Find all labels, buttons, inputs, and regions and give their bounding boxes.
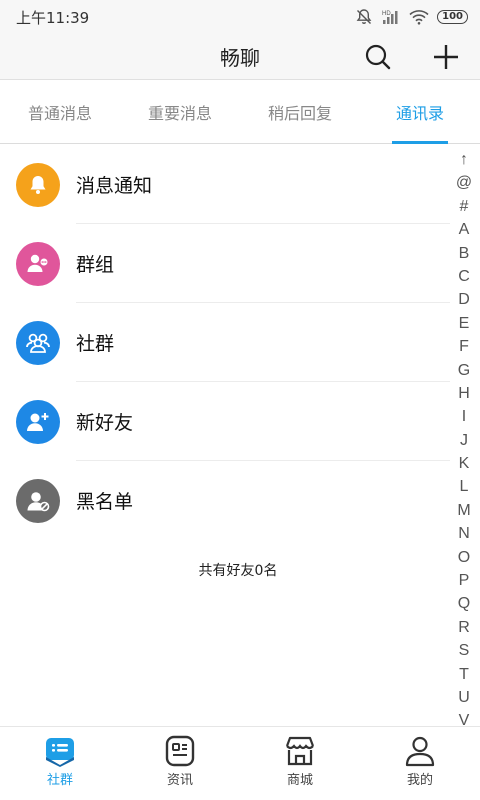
bell-icon (16, 162, 60, 207)
list-item-blacklist[interactable]: 黑名单 (0, 461, 450, 540)
index-letter[interactable]: M (457, 499, 470, 522)
mute-notification-icon (355, 8, 373, 26)
index-letter[interactable]: ↑ (460, 148, 468, 171)
index-letter[interactable]: # (460, 195, 469, 218)
store-icon (285, 736, 315, 766)
index-letter[interactable]: N (458, 522, 470, 545)
index-letter[interactable]: I (462, 405, 466, 428)
list-item-label: 黑名单 (76, 491, 134, 513)
tab-normal-messages[interactable]: 普通消息 (0, 81, 120, 143)
add-button[interactable] (428, 39, 464, 75)
cellular-signal-icon: HD (381, 8, 401, 26)
list-item-label: 新好友 (76, 412, 134, 434)
tab-reply-later[interactable]: 稍后回复 (240, 81, 360, 143)
list-item-new-friends[interactable]: 新好友 (0, 382, 450, 461)
page-title: 畅聊 (220, 46, 260, 70)
search-button[interactable] (360, 39, 396, 75)
index-letter[interactable]: G (458, 359, 470, 382)
nav-community[interactable]: 社群 (0, 727, 120, 800)
user-icon (405, 736, 435, 767)
index-letter[interactable]: L (460, 475, 469, 498)
index-letter[interactable]: P (459, 569, 470, 592)
nav-me[interactable]: 我的 (360, 727, 480, 800)
nav-label: 商城 (286, 773, 313, 788)
status-time: 上午11:39 (16, 8, 90, 27)
tab-contacts[interactable]: 通讯录 (360, 81, 480, 144)
index-letter[interactable]: K (459, 452, 470, 475)
list-item-groups[interactable]: 群组 (0, 224, 450, 303)
status-icons: HD 100 (355, 8, 468, 26)
nav-mall[interactable]: 商城 (240, 727, 360, 800)
svg-text:HD: HD (382, 11, 391, 17)
title-bar: 畅聊 (0, 34, 480, 80)
index-letter[interactable]: @ (456, 171, 472, 194)
community-icon (16, 320, 60, 365)
message-tabs: 普通消息 重要消息 稍后回复 通讯录 (0, 81, 480, 144)
battery-indicator: 100 (437, 10, 468, 24)
news-icon (165, 735, 195, 767)
index-letter[interactable]: U (458, 686, 470, 709)
friend-count: 共有好友0名 (198, 563, 278, 579)
index-letter[interactable]: R (458, 616, 470, 639)
nav-label: 我的 (406, 773, 433, 788)
index-letter[interactable]: T (459, 663, 469, 686)
index-letter[interactable]: C (458, 265, 470, 288)
search-icon (365, 44, 391, 70)
list-item-community[interactable]: 社群 (0, 303, 450, 382)
nav-label: 资讯 (166, 773, 193, 788)
index-letter[interactable]: B (459, 242, 470, 265)
list-item-label: 群组 (76, 254, 115, 276)
index-letter[interactable]: Q (458, 592, 470, 615)
index-letter[interactable]: F (459, 335, 469, 358)
plus-icon (434, 45, 458, 69)
blocked-user-icon (16, 478, 60, 523)
index-letter[interactable]: E (459, 312, 470, 335)
list-item-label: 社群 (76, 333, 115, 355)
wifi-icon (409, 9, 429, 25)
index-letter[interactable]: J (460, 429, 468, 452)
contact-list: 消息通知 群组 社群 新好友 黑名单 (0, 145, 450, 540)
nav-news[interactable]: 资讯 (120, 727, 240, 800)
index-letter[interactable]: O (458, 546, 470, 569)
index-letter[interactable]: H (458, 382, 470, 405)
list-item-label: 消息通知 (76, 175, 153, 197)
index-letter[interactable]: D (458, 288, 470, 311)
list-item-notifications[interactable]: 消息通知 (0, 145, 450, 224)
tab-important-messages[interactable]: 重要消息 (120, 81, 240, 143)
status-bar: 上午11:39 HD 100 (0, 0, 480, 34)
add-friend-icon (16, 399, 60, 444)
index-letter[interactable]: S (459, 639, 470, 662)
group-chat-icon (16, 241, 60, 286)
alphabet-index[interactable]: ↑ @ # A B C D E F G H I J K L M N O P Q R S T U V (452, 148, 476, 733)
community-chat-icon (46, 738, 74, 767)
index-letter[interactable]: A (459, 218, 470, 241)
nav-label: 社群 (46, 773, 73, 788)
bottom-nav: 社群 资讯 商城 我的 (0, 726, 480, 800)
